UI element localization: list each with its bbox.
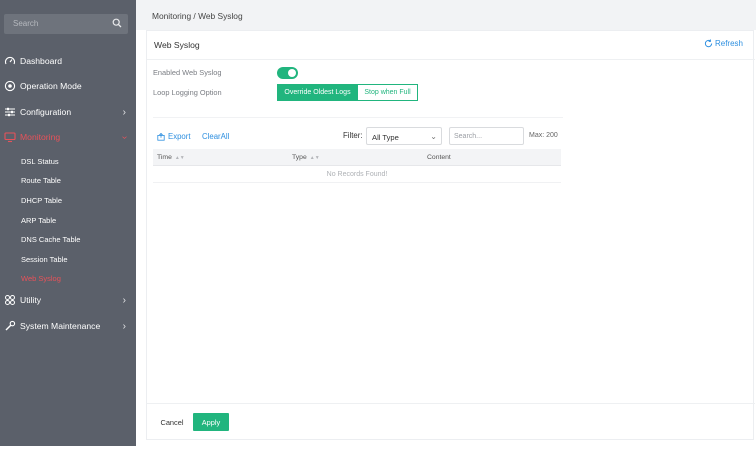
loop-logging-option-group: Override Oldest Logs Stop when Full bbox=[277, 84, 418, 101]
gauge-icon bbox=[3, 54, 17, 68]
page-title: Web Syslog bbox=[154, 40, 200, 50]
apply-button[interactable]: Apply bbox=[193, 413, 229, 431]
sidebar-item-label: Dashboard bbox=[20, 56, 63, 66]
grid-icon bbox=[3, 293, 17, 307]
sidebar-subitem-arp-table[interactable]: ARP Table bbox=[21, 213, 56, 227]
sidebar-subitem-route-table[interactable]: Route Table bbox=[21, 173, 61, 187]
sliders-icon bbox=[3, 105, 17, 119]
chevron-down-icon: › bbox=[118, 135, 130, 140]
loop-logging-option-label: Loop Logging Option bbox=[153, 88, 222, 97]
sidebar-subitem-session-table[interactable]: Session Table bbox=[21, 252, 68, 266]
divider bbox=[153, 117, 563, 118]
web-syslog-panel: Web Syslog Refresh Enabled Web Syslog Lo… bbox=[146, 30, 755, 440]
column-header-content: Content bbox=[427, 154, 451, 161]
log-search-input[interactable]: Search... bbox=[449, 127, 524, 145]
target-icon bbox=[3, 79, 17, 93]
top-bar: Monitoring / Web Syslog bbox=[136, 0, 756, 30]
sidebar-item-label: Utility bbox=[20, 295, 42, 305]
enabled-web-syslog-toggle[interactable] bbox=[277, 67, 298, 79]
monitor-icon bbox=[3, 130, 17, 144]
sidebar-item-label: System Maintenance bbox=[20, 321, 101, 331]
sidebar-item-operation-mode[interactable]: Operation Mode bbox=[0, 76, 136, 96]
wrench-icon bbox=[3, 319, 17, 333]
refresh-label: Refresh bbox=[714, 39, 743, 48]
refresh-button[interactable]: Refresh bbox=[704, 39, 743, 48]
breadcrumb: Monitoring / Web Syslog bbox=[152, 11, 243, 21]
sidebar-item-label: Monitoring bbox=[20, 132, 61, 142]
column-header-type[interactable]: Type ▲▼ bbox=[292, 154, 320, 161]
chevron-right-icon: › bbox=[122, 321, 126, 332]
sidebar-item-label: Operation Mode bbox=[20, 81, 82, 91]
stop-when-full-button[interactable]: Stop when Full bbox=[358, 84, 418, 101]
sidebar-item-label: Configuration bbox=[20, 107, 72, 117]
export-label: Export bbox=[168, 132, 191, 141]
toggle-knob bbox=[288, 69, 296, 77]
column-header-label: Time bbox=[157, 154, 172, 161]
column-header-label: Content bbox=[427, 154, 451, 161]
sidebar-item-system-maintenance[interactable]: System Maintenance › bbox=[0, 316, 136, 336]
export-button[interactable]: Export bbox=[157, 132, 191, 141]
max-records-label: Max: 200 bbox=[529, 132, 558, 139]
column-header-time[interactable]: Time ▲▼ bbox=[157, 154, 185, 161]
search-icon[interactable] bbox=[112, 18, 122, 28]
sidebar: Search Dashboard Operation Mode Configur… bbox=[0, 0, 136, 446]
sidebar-subitem-dhcp-table[interactable]: DHCP Table bbox=[21, 193, 62, 207]
filter-type-select[interactable]: All Type ⌄ bbox=[366, 127, 442, 145]
override-oldest-logs-button[interactable]: Override Oldest Logs bbox=[277, 84, 358, 101]
sidebar-item-configuration[interactable]: Configuration › bbox=[0, 102, 136, 122]
table-header: Time ▲▼ Type ▲▼ Content bbox=[153, 149, 561, 166]
sidebar-subitem-dns-cache-table[interactable]: DNS Cache Table bbox=[21, 232, 80, 246]
sidebar-item-monitoring[interactable]: Monitoring › bbox=[0, 127, 136, 147]
filter-type-value: All Type bbox=[372, 133, 399, 142]
clear-all-button[interactable]: ClearAll bbox=[202, 132, 229, 141]
sidebar-search-input[interactable]: Search bbox=[13, 19, 38, 28]
sort-icon: ▲▼ bbox=[309, 154, 320, 161]
sort-icon: ▲▼ bbox=[174, 154, 185, 161]
divider bbox=[147, 59, 755, 60]
sidebar-subitem-web-syslog[interactable]: Web Syslog bbox=[21, 271, 61, 285]
divider bbox=[147, 403, 755, 404]
sidebar-subitem-dsl-status[interactable]: DSL Status bbox=[21, 154, 59, 168]
log-search-placeholder: Search... bbox=[454, 133, 483, 140]
sidebar-item-utility[interactable]: Utility › bbox=[0, 290, 136, 310]
export-icon bbox=[157, 132, 165, 141]
cancel-button[interactable]: Cancel bbox=[155, 413, 189, 431]
enabled-web-syslog-label: Enabled Web Syslog bbox=[153, 68, 222, 77]
filter-label: Filter: bbox=[343, 131, 363, 140]
chevron-right-icon: › bbox=[122, 295, 126, 306]
empty-table-message: No Records Found! bbox=[153, 169, 561, 183]
sidebar-item-dashboard[interactable]: Dashboard bbox=[0, 51, 136, 71]
column-header-label: Type bbox=[292, 154, 307, 161]
chevron-right-icon: › bbox=[122, 107, 126, 118]
refresh-icon bbox=[704, 39, 713, 48]
chevron-down-icon: ⌄ bbox=[430, 132, 437, 141]
sidebar-search[interactable]: Search bbox=[4, 14, 128, 34]
